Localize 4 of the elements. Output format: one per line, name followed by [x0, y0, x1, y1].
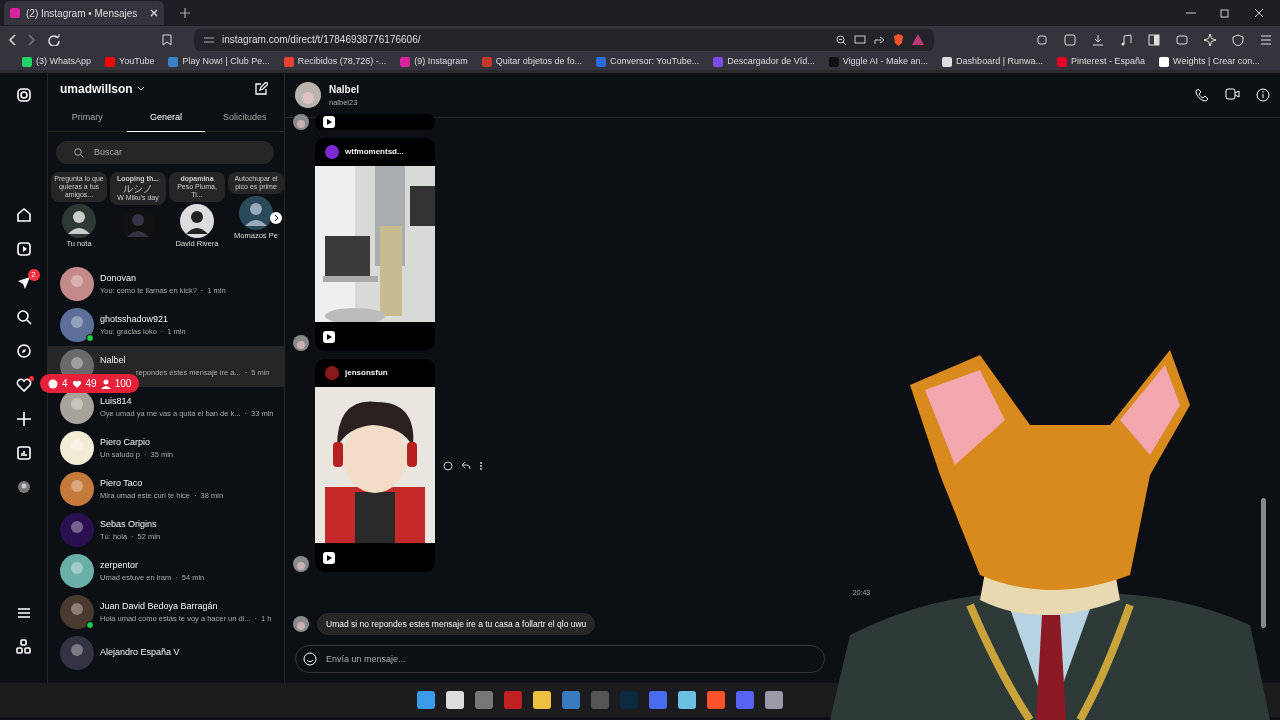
tab-title: (2) Instagram • Mensajes	[26, 6, 139, 21]
url-text: instagram.com/direct/t/17846938776176606/	[222, 33, 422, 47]
notification-badge: 2	[27, 269, 40, 281]
message-bubble: Umad si no repondes estes mensaje ire a tu casa a follartr el qlo uwu	[317, 612, 596, 636]
